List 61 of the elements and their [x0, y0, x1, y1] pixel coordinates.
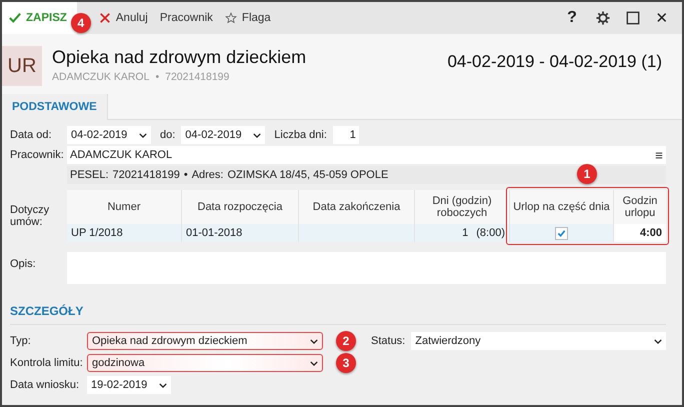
- employee-id: 72021418199: [165, 71, 230, 83]
- field-label: Kontrola limitu:: [10, 357, 84, 369]
- callout-badge: 3: [336, 353, 356, 373]
- separator-dot: •: [184, 169, 188, 181]
- column-header: Urlop na część dnia: [510, 190, 614, 224]
- days-field[interactable]: 1: [332, 126, 359, 144]
- field-label: Liczba dni:: [274, 129, 327, 141]
- column-header: Numer: [67, 190, 182, 224]
- table-cell: UP 1/2018: [67, 224, 182, 242]
- section-title: SZCZEGÓŁY: [10, 304, 666, 325]
- field-label: PESEL:: [70, 169, 109, 181]
- date-range: 04-02-2019 - 04-02-2019 (1): [447, 52, 662, 72]
- field-label: Pracownik:: [10, 149, 65, 161]
- field-label: Opis:: [10, 258, 37, 270]
- field-label: Typ:: [10, 335, 32, 347]
- column-header: Godzin urlopu: [614, 190, 666, 224]
- field-label: Data wniosku:: [10, 379, 80, 391]
- status-dropdown[interactable]: Zatwierdzony: [411, 332, 666, 350]
- chevron-down-icon: [310, 338, 318, 344]
- field-label: Adres:: [192, 169, 224, 181]
- column-header: Data zakończenia: [299, 190, 415, 224]
- column-header: Data rozpoczęcia: [182, 190, 299, 224]
- chevron-down-icon: [139, 132, 147, 138]
- cross-icon: [98, 12, 111, 24]
- menu-icon[interactable]: [655, 152, 663, 158]
- callout-badge: 2: [336, 331, 356, 351]
- type-badge: UR: [2, 46, 42, 86]
- chevron-down-icon: [253, 132, 262, 138]
- address-value: OZIMSKA 18/45, 45-059 OPOLE: [227, 169, 388, 181]
- toolbar-button[interactable]: Flaga: [218, 2, 277, 34]
- table-cell: (8:00): [476, 227, 505, 239]
- table-cell: 4:00: [614, 224, 666, 242]
- employee-field[interactable]: ADAMCZUK KAROL: [67, 146, 666, 164]
- field-label: do:: [160, 129, 176, 141]
- maximize-icon[interactable]: [626, 11, 640, 25]
- table-cell: 01-01-2018: [182, 224, 299, 242]
- date-dropdown[interactable]: 19-02-2019: [87, 376, 171, 394]
- column-header: Dni (godzin) roboczych: [415, 190, 510, 224]
- chevron-down-icon: [159, 382, 167, 388]
- date-dropdown[interactable]: 04-02-2019: [67, 126, 151, 144]
- toolbar-button[interactable]: Anuluj: [92, 2, 154, 34]
- chevron-down-icon: [310, 360, 318, 366]
- star-icon: [224, 12, 237, 24]
- close-button[interactable]: ✕: [648, 9, 676, 27]
- chevron-down-icon: [654, 338, 662, 344]
- checkbox[interactable]: [555, 226, 568, 240]
- pesel-value: 72021418199: [112, 169, 180, 181]
- check-icon: [9, 12, 21, 24]
- table-cell: 1: [462, 227, 468, 239]
- date-dropdown[interactable]: 04-02-2019: [181, 126, 266, 144]
- field-label: Dotyczy umów:: [10, 204, 50, 228]
- settings-icon[interactable]: [596, 11, 610, 25]
- help-button[interactable]: ?: [558, 9, 586, 27]
- employee-name: ADAMCZUK KAROL: [52, 71, 150, 83]
- document-title: Opieka nad zdrowym dzieckiem: [52, 46, 308, 68]
- field-label: Status:: [371, 335, 406, 347]
- toolbar-button[interactable]: Pracownik: [154, 2, 219, 34]
- tab[interactable]: PODSTAWOWE: [2, 94, 108, 120]
- toolbar-button[interactable]: ZAPISZ: [2, 2, 77, 34]
- field-label: Data od:: [10, 129, 53, 141]
- separator-dot: •: [155, 71, 160, 83]
